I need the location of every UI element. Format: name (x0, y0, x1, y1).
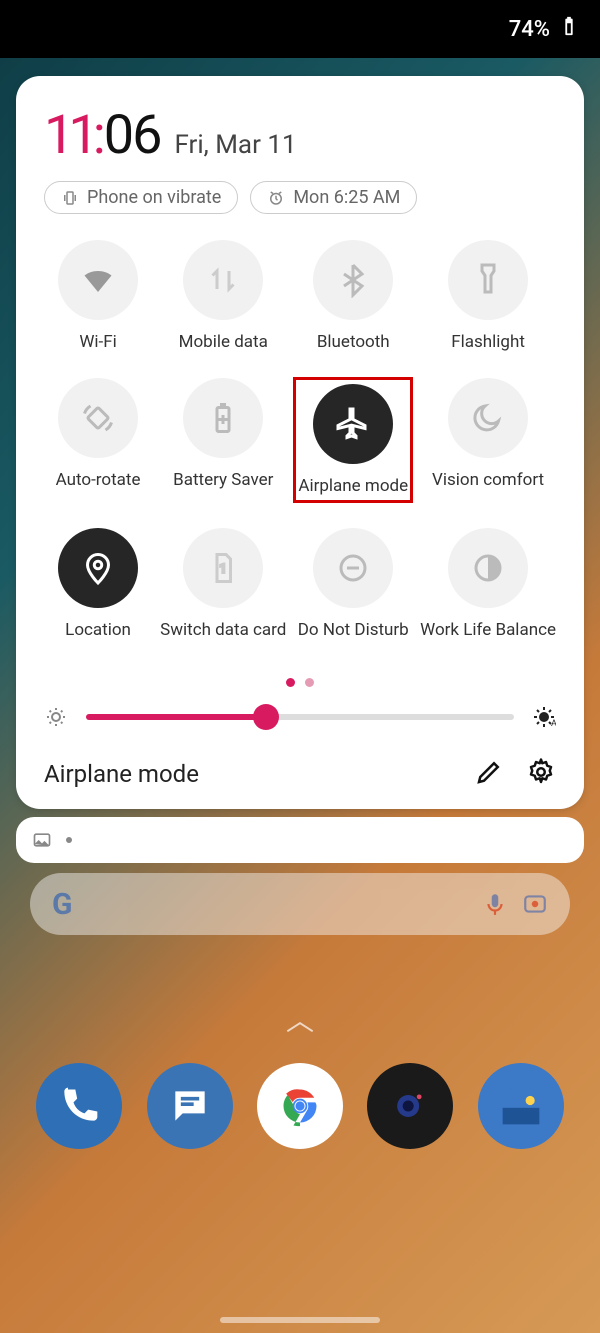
google-logo: G (52, 887, 72, 922)
lens-icon[interactable] (522, 891, 548, 917)
app-gallery[interactable] (478, 1063, 564, 1149)
tile-work-life[interactable]: Work Life Balance (420, 528, 556, 640)
brightness-row: A (44, 705, 556, 729)
settings-button[interactable] (504, 757, 556, 791)
quick-settings-panel: 11:06 Fri, Mar 11 Phone on vibrate Mon 6… (16, 76, 584, 809)
tile-dnd[interactable]: Do Not Disturb (294, 528, 412, 640)
gallery-icon (499, 1084, 543, 1128)
panel-footer: Airplane mode (44, 757, 556, 791)
app-messages[interactable] (147, 1063, 233, 1149)
vibrate-icon (61, 189, 79, 207)
tile-battery-saver[interactable]: Battery Saver (160, 378, 286, 502)
image-icon (32, 830, 52, 850)
auto-rotate-icon (80, 400, 116, 436)
sim-icon: 1 (205, 550, 241, 586)
tile-location[interactable]: Location (44, 528, 152, 640)
battery-percentage: 74% (509, 17, 550, 42)
app-chrome[interactable] (257, 1063, 343, 1149)
tile-auto-rotate[interactable]: Auto-rotate (44, 378, 152, 502)
mobile-data-icon (205, 262, 241, 298)
messages-icon (168, 1084, 212, 1128)
dnd-icon (335, 550, 371, 586)
brightness-slider[interactable] (86, 714, 514, 720)
app-camera[interactable] (367, 1063, 453, 1149)
tile-mobile-data[interactable]: Mobile data (160, 240, 286, 352)
wifi-icon (80, 262, 116, 298)
google-search-bar[interactable]: G (30, 873, 570, 935)
airplane-icon (335, 406, 371, 442)
phone-icon (57, 1084, 101, 1128)
pencil-icon (474, 757, 504, 787)
work-life-icon (470, 550, 506, 586)
mic-icon[interactable] (482, 891, 508, 917)
brightness-auto-icon[interactable]: A (532, 705, 556, 729)
bluetooth-icon (335, 262, 371, 298)
dock (0, 1039, 600, 1149)
page-dots[interactable] (44, 678, 556, 687)
location-icon (80, 550, 116, 586)
chevron-up-icon[interactable]: ︿ (0, 999, 600, 1039)
tile-wifi[interactable]: Wi-Fi (44, 240, 152, 352)
flashlight-icon (470, 262, 506, 298)
date-label: Fri, Mar 11 (174, 130, 296, 160)
tile-switch-sim[interactable]: 1 Switch data card (160, 528, 286, 640)
app-phone[interactable] (36, 1063, 122, 1149)
page-dot-2 (305, 678, 314, 687)
edit-button[interactable] (452, 757, 504, 791)
tile-airplane-mode[interactable]: Airplane mode (294, 378, 412, 502)
vibrate-chip[interactable]: Phone on vibrate (44, 181, 238, 214)
notif-dot (66, 837, 72, 843)
nav-handle[interactable] (220, 1317, 380, 1323)
gear-icon (526, 757, 556, 787)
clock: 11:06 (44, 104, 160, 167)
svg-text:1: 1 (220, 562, 227, 576)
chrome-icon (278, 1084, 322, 1128)
tile-vision-comfort[interactable]: Vision comfort (420, 378, 556, 502)
alarm-icon (267, 189, 285, 207)
brightness-low-icon (44, 705, 68, 729)
svg-text:A: A (551, 719, 556, 729)
battery-icon (558, 15, 580, 43)
moon-icon (470, 400, 506, 436)
clock-row: 11:06 Fri, Mar 11 (44, 104, 556, 167)
status-bar: 74% (0, 0, 600, 58)
tile-flashlight[interactable]: Flashlight (420, 240, 556, 352)
notification-strip[interactable] (16, 817, 584, 863)
battery-saver-icon (205, 400, 241, 436)
footer-title: Airplane mode (44, 760, 452, 788)
tile-bluetooth[interactable]: Bluetooth (294, 240, 412, 352)
page-dot-1 (286, 678, 295, 687)
camera-icon (388, 1084, 432, 1128)
alarm-chip[interactable]: Mon 6:25 AM (250, 181, 417, 214)
brightness-thumb[interactable] (253, 704, 279, 730)
tiles-grid: Wi-Fi Mobile data Bluetooth Flashlight A… (44, 240, 556, 640)
